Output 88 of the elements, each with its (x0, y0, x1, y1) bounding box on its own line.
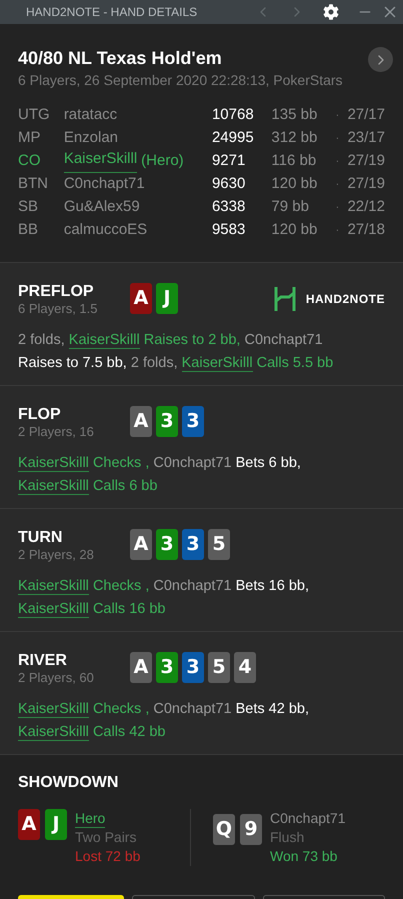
player-name: calmuccoES (64, 220, 148, 240)
player-name: Gu&Alex59 (64, 197, 140, 218)
separator-dot: · (336, 155, 340, 169)
card-label: A (130, 283, 152, 314)
logo-text: HAND2NOTE (306, 291, 385, 308)
hand-title: 40/80 NL Texas Hold'em (18, 47, 223, 70)
card-label: 5 (208, 529, 230, 560)
action-text: KaiserSkilll Checks , C0nchapt71 Bets 42 bb, KaiserSkilll Calls 42 bb (18, 700, 310, 743)
action-text: KaiserSkilll Checks , C0nchapt71 Bets 16 bb, KaiserSkilll Calls 16 bb (18, 577, 310, 620)
stack-bb: 116 bb (271, 151, 318, 172)
street-info: 6 Players, 1.5 (18, 301, 98, 317)
player-stats: 27/17 (347, 105, 385, 126)
stack-bb: 120 bb (271, 220, 318, 240)
card-label: 4 (234, 652, 256, 683)
separator-dot: · (336, 201, 340, 215)
action-text: KaiserSkilll Checks , C0nchapt71 Bets 6 bb, KaiserSkilll Calls 6 bb (18, 454, 302, 497)
card-label: 3 (156, 652, 178, 683)
action-text: 2 folds, KaiserSkilll Raises to 2 bb, C0nchapt71 Raises to 7.5 bb, 2 folds, KaiserSkilll Calls 5.5 bb (18, 331, 334, 374)
street-info: 2 Players, 28 (18, 547, 95, 563)
showdown-title: SHOWDOWN (18, 773, 120, 793)
street-name: TURN (18, 529, 64, 547)
chip-count: 9583 (212, 220, 246, 240)
separator-dot: · (336, 132, 340, 146)
seat-position: SB (18, 197, 40, 218)
player-link[interactable]: Hero (75, 809, 106, 828)
card-label: 5 (208, 652, 230, 683)
card-label: A (130, 652, 152, 683)
hand-subtitle: 6 Players, 26 September 2020 22:28:13, PokerStars (18, 71, 344, 90)
card-label: A (130, 406, 152, 437)
player-stats: 22/12 (347, 197, 385, 218)
player-stats: 27/19 (347, 174, 385, 194)
player-link[interactable]: KaiserSkilll (18, 578, 89, 595)
player-link[interactable]: KaiserSkilll (18, 724, 89, 741)
card-label: 9 (240, 814, 262, 845)
card-label: A (18, 809, 40, 840)
player-stats: 23/17 (347, 128, 385, 148)
player-link[interactable]: KaiserSkilll (64, 150, 138, 173)
seat-position: UTG (18, 105, 51, 126)
chip-count: 24995 (212, 128, 255, 148)
card-label: 3 (182, 652, 204, 683)
chip-count: 6338 (212, 197, 246, 218)
seat-position: BB (18, 220, 40, 240)
settings-icon[interactable] (323, 4, 339, 20)
street-name: RIVER (18, 652, 68, 670)
player-link[interactable]: KaiserSkilll (68, 332, 140, 349)
stack-bb: 312 bb (271, 128, 318, 148)
street-name: PREFLOP (18, 283, 95, 301)
card-label: 3 (182, 529, 204, 560)
result-amount: Won 73 bb (270, 847, 338, 866)
player-link[interactable]: KaiserSkilll (182, 355, 253, 372)
next-hand-button[interactable] (368, 47, 393, 72)
player-link[interactable]: KaiserSkilll (18, 478, 89, 495)
street-info: 2 Players, 60 (18, 670, 95, 686)
player-stats: 27/18 (347, 220, 385, 240)
card-label: 3 (156, 406, 178, 437)
card-label: 3 (182, 406, 204, 437)
card-label: 3 (156, 529, 178, 560)
hero-tag: (Hero) (141, 150, 184, 173)
card-label: Q (213, 814, 235, 845)
card-label: J (156, 283, 178, 314)
player-name: ratatacc (64, 105, 118, 126)
seat-position: MP (18, 128, 42, 148)
hand-rank: Flush (270, 828, 306, 847)
hand-rank: Two Pairs (75, 828, 138, 847)
player-name: C0nchapt71 (270, 809, 346, 828)
player-name: C0nchapt71 (64, 174, 145, 194)
stack-bb: 135 bb (271, 105, 318, 126)
seat-position: BTN (18, 174, 49, 194)
window-title: HAND2NOTE - HAND DETAILS (26, 4, 198, 21)
card-label: J (45, 809, 67, 840)
chip-count: 10768 (212, 105, 255, 126)
seat-position: CO (18, 151, 42, 172)
player-link[interactable]: KaiserSkilll (18, 455, 89, 472)
player-stats: 27/19 (347, 151, 385, 172)
card-label: A (130, 529, 152, 560)
stack-bb: 79 bb (271, 197, 310, 218)
player-name: Enzolan (64, 128, 118, 148)
separator-dot: · (336, 224, 340, 238)
result-amount: Lost 72 bb (75, 847, 140, 866)
stack-bb: 120 bb (271, 174, 318, 194)
street-info: 2 Players, 16 (18, 424, 95, 440)
player-link[interactable]: KaiserSkilll (18, 601, 89, 618)
player-link[interactable]: KaiserSkilll (18, 701, 89, 718)
chip-count: 9271 (212, 151, 246, 172)
separator-dot: · (336, 178, 340, 192)
street-name: FLOP (18, 406, 62, 424)
chip-count: 9630 (212, 174, 246, 194)
separator-dot: · (336, 109, 340, 123)
